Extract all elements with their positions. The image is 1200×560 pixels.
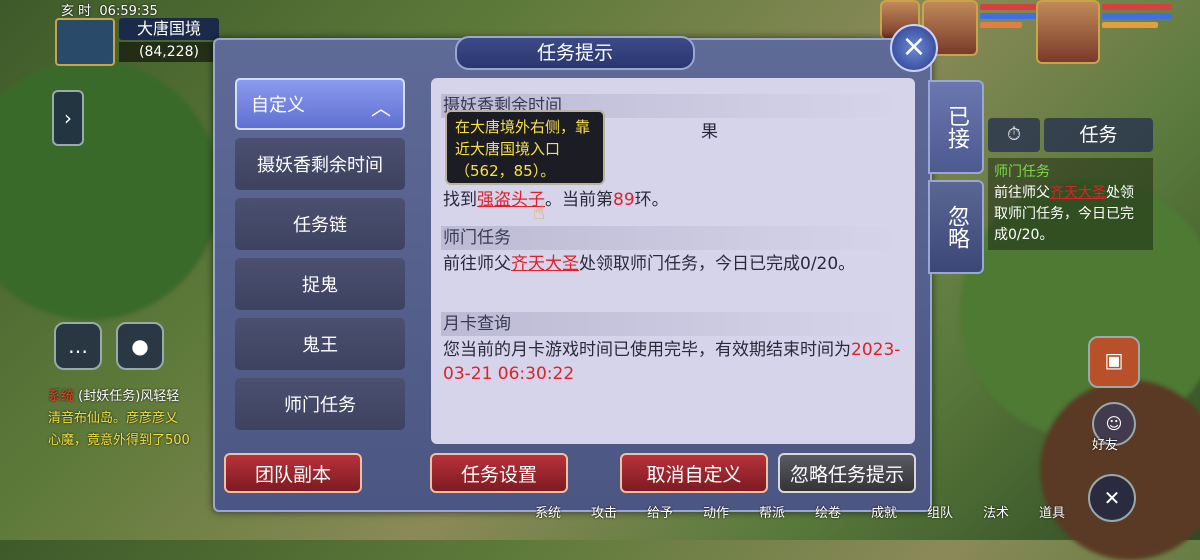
bottom-item-items[interactable]: 道具 xyxy=(1024,502,1080,521)
player-avatar[interactable] xyxy=(1036,0,1100,64)
sect-task-text: 前往师父齐天大圣处领取师门任务，今日已完成0/20。 xyxy=(443,254,856,274)
stopwatch-icon[interactable]: ⏱ xyxy=(988,118,1040,152)
friends-label: 好友 xyxy=(1092,438,1119,453)
bottom-item-guild[interactable]: 帮派 xyxy=(744,502,800,521)
task-category-menu: 自定义 ︿ 摄妖香剩余时间 任务链 捉鬼 鬼王 师门任务 xyxy=(235,78,409,438)
map-coordinates: (84,228) xyxy=(119,42,219,62)
bottom-item-attack[interactable]: 攻击 xyxy=(576,502,632,521)
chat-bubble-icon[interactable]: … xyxy=(54,322,102,370)
menu-item-ghost-catch[interactable]: 捉鬼 xyxy=(235,258,405,310)
task-tracker[interactable]: ⏱ 任务 师门任务 前往师父齐天大圣处领取师门任务，今日已完成0/20。 xyxy=(988,118,1153,250)
monthly-card-text: 您当前的月卡游戏时间已使用完毕，有效期结束时间为2023-03-21 06:30… xyxy=(443,340,901,384)
chat-log[interactable]: 系统 (封妖任务)风轻轻 清音布仙岛。彦彦彦乂 心魔，竟意外得到了500 xyxy=(48,386,218,452)
player-status-bars xyxy=(1102,4,1172,31)
bottom-item-give[interactable]: 给予 xyxy=(632,502,688,521)
menu-item-custom[interactable]: 自定义 ︿ xyxy=(235,78,405,130)
chat-line: 心魔，竟意外得到了500 xyxy=(48,433,190,448)
section-heading: 师门任务 xyxy=(441,226,905,250)
panel-title: 任务提示 xyxy=(455,36,695,70)
bottom-item-action[interactable]: 动作 xyxy=(688,502,744,521)
menu-item-task-chain[interactable]: 任务链 xyxy=(235,198,405,250)
background-tree xyxy=(0,60,220,320)
map-name: 大唐国境 xyxy=(119,18,219,40)
chat-line: 清音布仙岛。彦彦彦乂 xyxy=(48,411,179,426)
map-info[interactable]: 亥 时 06:59:35 大唐国境 (84,228) xyxy=(55,0,219,66)
voice-mic-icon[interactable]: ● xyxy=(116,322,164,370)
bottom-item-scroll[interactable]: 绘卷 xyxy=(800,502,856,521)
section-heading: 月卡查询 xyxy=(441,312,905,336)
chevron-up-icon: ︿ xyxy=(371,96,391,120)
task-section-chain: 找到强盗头子。当前第89环。 xyxy=(441,186,905,212)
close-menu-icon[interactable]: ✕ xyxy=(1088,474,1136,522)
chat-line: 系统 (封妖任务)风轻轻 xyxy=(48,389,180,404)
bottom-item-achievement[interactable]: 成就 xyxy=(856,502,912,521)
task-section-monthly-card: 月卡查询 您当前的月卡游戏时间已使用完毕，有效期结束时间为2023-03-21 … xyxy=(441,312,905,386)
close-icon[interactable]: × xyxy=(890,24,938,72)
npc-link-qitian-dasheng[interactable]: 齐天大圣 xyxy=(511,254,579,274)
ignore-task-tips-button[interactable]: 忽略任务提示 xyxy=(778,453,916,493)
expand-arrow-icon[interactable]: › xyxy=(52,90,84,146)
task-section-sect: 师门任务 前往师父齐天大圣处领取师门任务，今日已完成0/20。 xyxy=(441,226,905,276)
tracker-entry-text: 前往师父齐天大圣处领取师门任务，今日已完成0/20。 xyxy=(994,185,1134,243)
task-chain-text: 找到强盗头子。当前第89环。 xyxy=(443,190,669,210)
menu-item-ghost-king[interactable]: 鬼王 xyxy=(235,318,405,370)
team-dungeon-button[interactable]: 团队副本 xyxy=(224,453,362,493)
bottom-item-skill[interactable]: 法术 xyxy=(968,502,1024,521)
bottom-item-system[interactable]: 系统 xyxy=(520,502,576,521)
tracker-label[interactable]: 任务 xyxy=(1044,118,1153,152)
cancel-custom-button[interactable]: 取消自定义 xyxy=(620,453,768,493)
menu-item-incense-time[interactable]: 摄妖香剩余时间 xyxy=(235,138,405,190)
pointer-hand-icon: ☝ xyxy=(533,200,546,224)
tab-accepted[interactable]: 已接 xyxy=(928,80,984,174)
task-list-tabs: 已接 忽略 xyxy=(928,80,984,280)
bottom-item-team[interactable]: 组队 xyxy=(912,502,968,521)
task-tips-panel: 任务提示 自定义 ︿ 摄妖香剩余时间 任务链 捉鬼 鬼王 师门任务 摄妖香剩余时间… xyxy=(213,36,932,512)
tracker-entry[interactable]: 师门任务 前往师父齐天大圣处领取师门任务，今日已完成0/20。 xyxy=(988,158,1153,250)
treasure-chest-icon[interactable]: ▣ xyxy=(1088,336,1140,388)
menu-item-sect-task[interactable]: 师门任务 xyxy=(235,378,405,430)
location-tooltip: 在大唐境外右侧，靠近大唐国境入口（562，85）。 xyxy=(445,110,605,185)
bottom-action-bar: 系统 攻击 给予 动作 帮派 绘卷 成就 组队 法术 道具 xyxy=(520,502,1080,521)
tab-ignored[interactable]: 忽略 xyxy=(928,180,984,274)
task-settings-button[interactable]: 任务设置 xyxy=(430,453,568,493)
tracker-entry-title: 师门任务 xyxy=(994,164,1050,180)
game-clock: 亥 时 06:59:35 xyxy=(61,4,158,19)
minimap-icon[interactable] xyxy=(55,18,115,66)
